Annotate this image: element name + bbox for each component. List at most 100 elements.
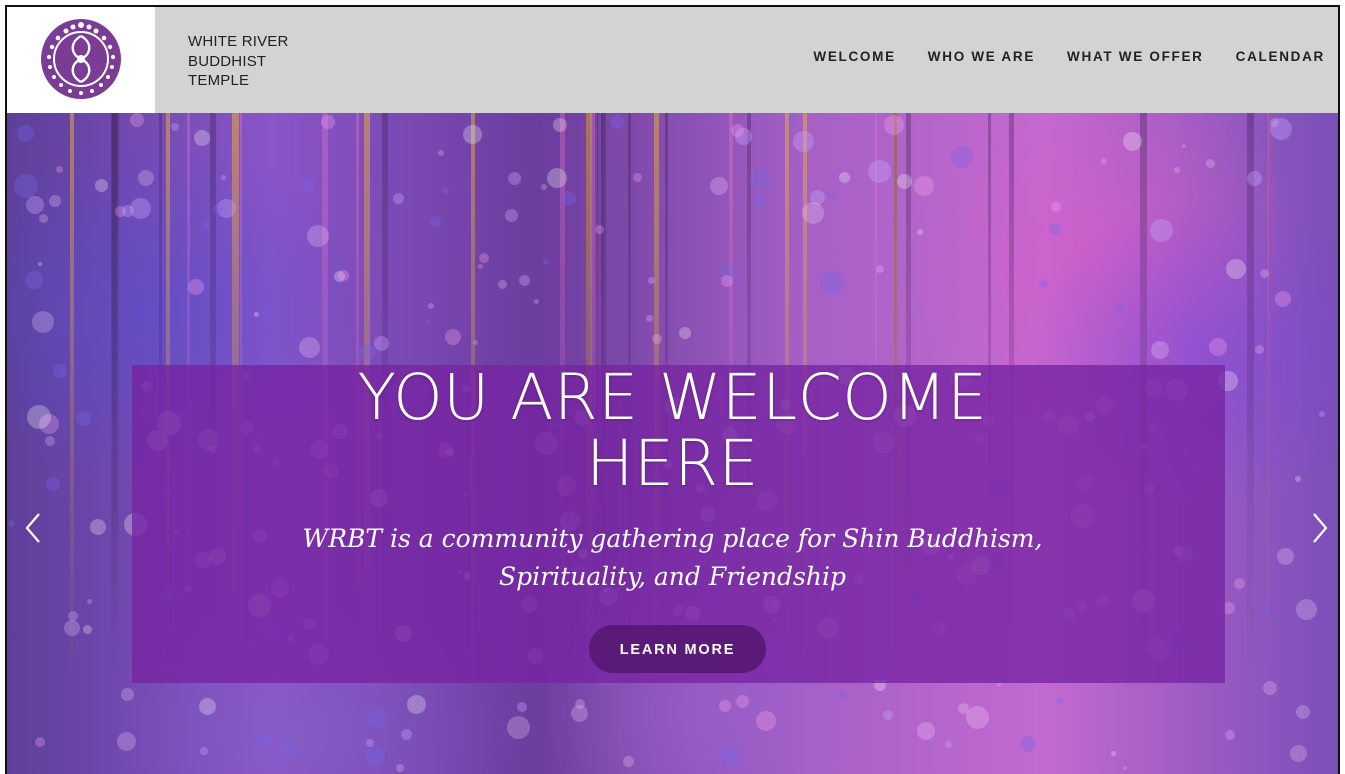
bokeh-dot — [571, 705, 588, 722]
bokeh-dot — [1296, 705, 1310, 719]
bokeh-dot — [188, 279, 204, 295]
bokeh-dot — [213, 204, 223, 214]
bokeh-dot — [280, 742, 297, 759]
bokeh-dot — [221, 175, 226, 180]
bokeh-dot — [203, 222, 210, 229]
bokeh-dot — [396, 764, 404, 772]
logo[interactable] — [7, 7, 155, 113]
bokeh-dot — [553, 118, 567, 132]
bokeh-dot — [479, 253, 489, 263]
bokeh-dot — [478, 264, 483, 269]
bokeh-dot — [138, 170, 154, 186]
tagline-line: WRBT is a community gathering place for … — [302, 524, 1043, 553]
bokeh-dot — [753, 193, 768, 208]
bokeh-dot — [966, 706, 989, 729]
bokeh-dot — [914, 176, 934, 196]
hero-slider: YOU ARE WELCOME HERE WRBT is a community… — [7, 113, 1338, 774]
bokeh-dot — [498, 280, 507, 289]
nav-calendar[interactable]: CALENDAR — [1236, 49, 1325, 64]
bokeh-dot — [951, 146, 973, 168]
bokeh-dot — [519, 275, 530, 286]
nav-who-we-are[interactable]: WHO WE ARE — [928, 49, 1035, 64]
bokeh-dot — [121, 688, 134, 701]
bokeh-dot — [736, 695, 749, 708]
bokeh-dot — [793, 131, 814, 152]
bokeh-dot — [1290, 745, 1307, 762]
bokeh-dot — [1123, 766, 1127, 770]
bokeh-dot — [301, 178, 315, 192]
bokeh-dot — [299, 337, 320, 358]
wisteria-crest-icon — [41, 19, 121, 99]
bokeh-dot — [83, 625, 92, 634]
next-slide-button[interactable] — [1308, 508, 1332, 548]
learn-more-button[interactable]: LEARN MORE — [589, 625, 766, 673]
bokeh-dot — [507, 716, 530, 739]
bokeh-dot — [199, 698, 216, 715]
bokeh-dot — [623, 756, 634, 767]
bokeh-dot — [1111, 751, 1116, 756]
bokeh-dot — [958, 703, 969, 714]
bokeh-dot — [721, 275, 733, 287]
bokeh-dot — [194, 130, 210, 146]
bokeh-dot — [1182, 144, 1186, 148]
bokeh-dot — [115, 206, 126, 217]
bokeh-dot — [117, 732, 136, 751]
bokeh-dot — [561, 191, 576, 206]
bokeh-dot — [839, 172, 850, 183]
bokeh-dot — [14, 174, 38, 198]
bokeh-dot — [130, 198, 151, 219]
bokeh-dot — [95, 179, 108, 192]
bokeh-dot — [32, 311, 54, 333]
nav-what-we-offer[interactable]: WHAT WE OFFER — [1067, 49, 1204, 64]
bokeh-dot — [1270, 118, 1292, 140]
site-name[interactable]: WHITE RIVER BUDDHIST TEMPLE — [188, 32, 328, 91]
bokeh-dot — [1174, 167, 1180, 173]
bokeh-dot — [508, 172, 521, 185]
bokeh-dot — [56, 166, 63, 173]
bokeh-dot — [917, 229, 923, 235]
bokeh-dot — [442, 187, 449, 194]
bokeh-dot — [407, 695, 426, 714]
bokeh-dot — [756, 711, 776, 731]
main-nav: WELCOME WHO WE ARE WHAT WE OFFER CALENDA… — [781, 49, 1325, 64]
bokeh-dot — [445, 329, 461, 345]
bokeh-dot — [897, 174, 912, 189]
bokeh-dot — [534, 299, 539, 304]
bokeh-dot — [541, 184, 547, 190]
bokeh-dot — [648, 277, 655, 284]
nav-welcome[interactable]: WELCOME — [813, 49, 895, 64]
bokeh-dot — [130, 113, 144, 127]
bokeh-dot — [517, 702, 527, 712]
bokeh-dot — [368, 709, 387, 728]
bokeh-dot — [366, 747, 385, 766]
bokeh-dot — [25, 271, 43, 289]
bokeh-dot — [426, 319, 430, 323]
bokeh-dot — [1225, 730, 1235, 740]
bokeh-dot — [1296, 599, 1317, 620]
bokeh-dot — [1051, 202, 1061, 212]
bokeh-dot — [430, 216, 441, 227]
bokeh-dot — [35, 737, 45, 747]
bokeh-dot — [254, 312, 259, 317]
bokeh-dot — [633, 173, 642, 182]
bokeh-dot — [884, 115, 904, 135]
bokeh-dot — [505, 209, 518, 222]
site-name-line: WHITE RIVER — [188, 33, 289, 50]
bokeh-dot — [997, 683, 1001, 687]
bokeh-dot — [254, 732, 271, 749]
site-name-line: TEMPLE — [188, 72, 250, 89]
bokeh-dot — [646, 315, 653, 322]
bokeh-dot — [883, 710, 893, 720]
chevron-left-icon — [25, 513, 40, 543]
bokeh-dot — [720, 745, 742, 767]
bokeh-dot — [1123, 132, 1142, 151]
headline-line: YOU ARE WELCOME — [357, 361, 988, 434]
bokeh-dot — [1039, 279, 1048, 288]
bokeh-dot — [1056, 698, 1063, 705]
chevron-right-icon — [1313, 513, 1328, 543]
bokeh-dot — [876, 265, 884, 273]
prev-slide-button[interactable] — [21, 508, 45, 548]
browser-frame: WHITE RIVER BUDDHIST TEMPLE WELCOME WHO … — [5, 5, 1340, 774]
bokeh-dot — [321, 115, 335, 129]
bokeh-dot — [945, 741, 952, 748]
